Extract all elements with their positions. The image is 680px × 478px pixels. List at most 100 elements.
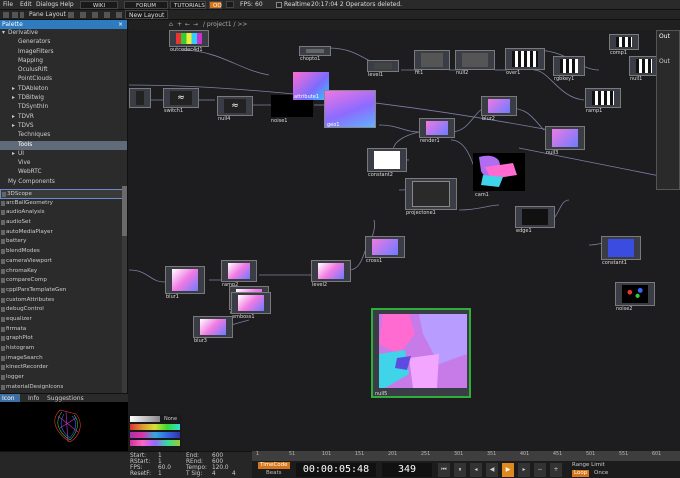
component-list-item[interactable]: 3DScope (0, 189, 127, 199)
node-left-edge[interactable] (129, 88, 151, 108)
palette-tree-item[interactable]: Generators (0, 38, 127, 47)
layout4-icon[interactable] (104, 12, 110, 18)
palette-scrollbar[interactable] (122, 186, 127, 396)
component-list-item[interactable]: autoMediaPlayer (0, 228, 127, 238)
node-edge1[interactable]: edge1 (515, 206, 555, 234)
step-forward-icon[interactable]: ▸ (518, 463, 530, 477)
timecode-display[interactable]: 00:00:05:48 (296, 463, 376, 477)
node-level1[interactable]: level1 (367, 60, 399, 78)
once-toggle[interactable]: Once (592, 470, 610, 477)
timecode-toggle[interactable]: TimeCode (258, 462, 290, 469)
swatch-row-4[interactable] (130, 440, 180, 446)
pane-layout-label[interactable]: Pane Layout (29, 11, 66, 18)
node-ramp2[interactable]: ramp2 (221, 260, 257, 288)
node-blur3[interactable]: blur3 (193, 316, 233, 344)
palette-tree-item[interactable]: My Components (0, 178, 127, 187)
menu-file[interactable]: File (3, 1, 13, 8)
node-outcodec[interactable]: outcodec4d1 (169, 30, 209, 53)
node-blur2[interactable]: blur2 (481, 96, 517, 122)
node-cam1[interactable]: cam1 (473, 153, 525, 198)
perform-icon[interactable] (226, 1, 234, 8)
palette-tree-item[interactable]: ▸ UI (0, 150, 127, 159)
node-switch1[interactable]: ≈ switch1 (163, 88, 199, 114)
palette-tree-item[interactable]: PointClouds (0, 75, 127, 84)
loop-toggle[interactable]: Loop (572, 470, 590, 477)
pane-split-icon[interactable] (12, 12, 18, 18)
node-noise2[interactable]: noise2 (615, 282, 655, 312)
minus-icon[interactable]: − (534, 463, 546, 477)
palette-tree-item[interactable]: Techniques (0, 131, 127, 140)
component-list-item[interactable]: debugControl (0, 305, 127, 315)
palette-tree-item[interactable]: Mapping (0, 57, 127, 66)
component-list-item[interactable]: kinectRecorder (0, 363, 127, 373)
layout3-icon[interactable] (92, 12, 98, 18)
component-list-item[interactable]: blendModes (0, 247, 127, 257)
close-icon[interactable]: × (118, 20, 123, 29)
component-list-item[interactable]: histogram (0, 344, 127, 354)
network-editor[interactable]: ⌂ + ← → / project1 / >> outcodec4d1 chop… (129, 20, 680, 451)
play-reverse-icon[interactable]: ◀ (486, 463, 498, 477)
timeline-ruler[interactable]: 1 51 101 151 201 251 301 351 401 451 501 551 601 (252, 451, 680, 461)
forum-button[interactable]: FORUM (124, 1, 168, 9)
play-icon[interactable]: ▶ (502, 463, 514, 477)
node-rgbkey1[interactable]: rgbkey1 (553, 56, 585, 82)
scrollbar-thumb[interactable] (122, 186, 127, 236)
menu-edit[interactable]: Edit (20, 1, 32, 8)
palette-tree-item[interactable]: TDSynthIn (0, 103, 127, 112)
node-constant2[interactable]: constant2 (367, 148, 407, 178)
node-null1[interactable]: null1 (629, 56, 659, 82)
new-layout-button[interactable]: New Layout (125, 10, 169, 19)
component-list-item[interactable]: materialDesignIcons (0, 383, 127, 393)
palette-tree-item[interactable]: Vive (0, 159, 127, 168)
node-render1[interactable]: render1 (419, 118, 455, 144)
out-panel[interactable]: Out Out (656, 30, 680, 190)
layout5-icon[interactable] (116, 12, 122, 18)
node-blur1[interactable]: blur1 (165, 266, 205, 300)
node-projectone1[interactable]: projectone1 (405, 178, 457, 216)
swatch-row-3[interactable] (130, 432, 180, 438)
component-list-item[interactable]: battery (0, 237, 127, 247)
palette-tree-item[interactable]: ▸ TDVS (0, 122, 127, 131)
component-list-item[interactable]: arcBallGeometry (0, 199, 127, 209)
node-chopto[interactable]: chopto1 (299, 46, 331, 62)
tutorials-button[interactable]: TUTORIALS (170, 1, 206, 9)
rewind-icon[interactable]: ⏮ (438, 463, 450, 477)
pause-icon[interactable]: ⏸ (454, 463, 466, 477)
pane-grid-icon[interactable] (3, 12, 9, 18)
node-constant1[interactable]: constant1 (601, 236, 641, 266)
swatch-row-1[interactable] (130, 416, 160, 422)
palette-tree-item[interactable]: ▾ Derivative (0, 29, 127, 38)
layout1-icon[interactable] (68, 12, 74, 18)
realtime-checkbox[interactable] (276, 2, 282, 8)
node-null4[interactable]: ≈ null4 (217, 96, 253, 122)
component-list-item[interactable]: cameraViewport (0, 257, 127, 267)
menu-help[interactable]: Help (60, 1, 74, 8)
component-list-item[interactable]: firmata (0, 325, 127, 335)
palette-tree-item[interactable]: WebRTC (0, 168, 127, 177)
beats-toggle[interactable]: Beats (266, 470, 282, 476)
node-cross1[interactable]: cross1 (365, 236, 405, 264)
oo-button[interactable]: OO (209, 1, 222, 9)
swatch-row-2[interactable] (130, 424, 180, 430)
component-list-item[interactable]: logger (0, 373, 127, 383)
step-back-icon[interactable]: ◂ (470, 463, 482, 477)
component-list-item[interactable]: cpplParsTemplateGen (0, 286, 127, 296)
node-null5-selected[interactable]: null5 (371, 308, 471, 398)
component-list-item[interactable]: imageSearch (0, 354, 127, 364)
palette-tree-item[interactable]: ▸ TDBitwig (0, 94, 127, 103)
palette-tree-item[interactable]: ImageFilters (0, 48, 127, 57)
node-ramp1[interactable]: ramp1 (585, 88, 621, 114)
node-null2[interactable]: null2 (455, 50, 495, 76)
node-level2[interactable]: level2 (311, 260, 351, 288)
node-null3[interactable]: null3 (545, 126, 585, 156)
plus-icon[interactable]: + (550, 463, 562, 477)
color-swatches[interactable]: None (128, 414, 182, 451)
node-geo1[interactable]: geo1 (324, 90, 376, 128)
wiki-button[interactable]: WIKI (80, 1, 118, 9)
component-list-item[interactable]: audioSet (0, 218, 127, 228)
pane-split2-icon[interactable] (20, 12, 24, 18)
component-list-item[interactable]: equalizer (0, 315, 127, 325)
component-list-item[interactable]: customAttributes (0, 296, 127, 306)
node-comp1[interactable]: comp1 (609, 34, 639, 56)
component-list-item[interactable]: graphPlot (0, 334, 127, 344)
